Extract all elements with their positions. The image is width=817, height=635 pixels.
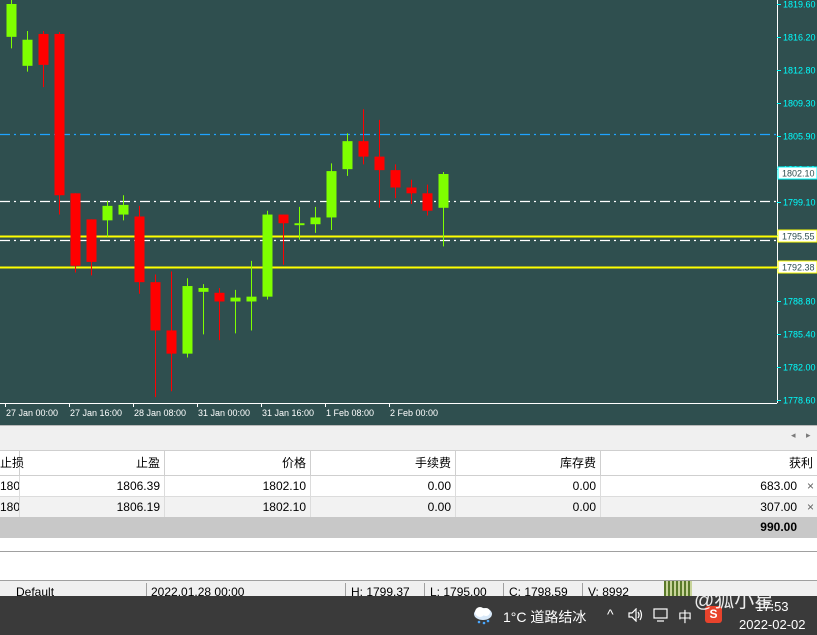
panel-divider — [0, 551, 817, 552]
price-chart[interactable]: 1819.60 1816.20 1812.80 1809.30 1805.90 1802.… — [0, 0, 817, 425]
cell-tp: 1806.19 — [20, 497, 165, 517]
clock-date[interactable]: 2022-02-02 — [739, 617, 806, 632]
candle-body — [358, 141, 369, 157]
cell-price: 1802.10 — [165, 497, 311, 517]
candle-body — [166, 330, 177, 354]
x-tick-label: 31 Jan 00:00 — [198, 408, 250, 418]
table-header: 止损 止盈 价格 手续费 库存费 获利 — [0, 450, 817, 476]
header-commission[interactable]: 手续费 — [311, 451, 456, 475]
header-sl[interactable]: 止损 — [0, 451, 24, 475]
candle-body — [406, 187, 417, 194]
cell-profit: 683.00 — [760, 479, 797, 493]
scroll-left-icon[interactable]: ◂ — [791, 430, 796, 441]
y-tick-label: 1782.00 — [783, 363, 816, 373]
speaker-icon[interactable] — [628, 607, 644, 625]
y-tick-label: 1812.80 — [783, 66, 816, 76]
candle-body — [262, 214, 273, 297]
close-position-icon[interactable]: × — [807, 479, 814, 493]
weather-text[interactable]: 1°C 道路结冰 — [503, 607, 586, 627]
svg-text:1792.38: 1792.38 — [782, 263, 815, 273]
y-tick-label: 1805.90 — [783, 132, 816, 142]
cell-sl: 1801.38 — [0, 497, 20, 517]
x-tick-label: 1 Feb 08:00 — [326, 408, 374, 418]
chart-scroll-strip: ◂ ▸ — [0, 425, 817, 451]
cell-swap: 0.00 — [456, 497, 601, 517]
candle[interactable] — [54, 32, 65, 215]
cell-tp: 1806.39 — [20, 476, 165, 496]
cell-profit: 307.00 — [760, 500, 797, 514]
candle-body — [278, 214, 289, 224]
svg-text:1802.10: 1802.10 — [782, 169, 815, 179]
table-row[interactable]: 1801.38 1806.19 1802.10 0.00 0.00 307.00… — [0, 497, 817, 518]
candle-body — [70, 193, 81, 266]
candle-body — [182, 286, 193, 354]
x-tick-label: 27 Jan 16:00 — [70, 408, 122, 418]
header-tp[interactable]: 止盈 — [20, 451, 165, 475]
ime-indicator[interactable]: 中 — [678, 607, 692, 627]
candle-body — [150, 282, 161, 331]
candle-body — [118, 204, 129, 215]
candle-body — [134, 216, 145, 283]
status-bar: Default 2022.01.28 00:00 H: 1799.37 L: 1… — [0, 580, 817, 597]
y-tick-label: 1785.40 — [783, 330, 816, 340]
candle-body — [214, 292, 225, 302]
connection-bars-icon — [664, 581, 692, 597]
header-swap[interactable]: 库存费 — [456, 451, 601, 475]
x-tick-label: 31 Jan 16:00 — [262, 408, 314, 418]
svg-text:1795.55: 1795.55 — [782, 232, 815, 242]
trade-table: 止损 止盈 价格 手续费 库存费 获利 1802.62 1806.39 1802… — [0, 450, 817, 582]
y-tick-label: 1788.80 — [783, 297, 816, 307]
close-position-icon[interactable]: × — [807, 500, 814, 514]
clock-time[interactable]: 17:53 — [756, 599, 789, 614]
cloud-snow-icon[interactable] — [472, 605, 494, 628]
x-tick-label: 28 Jan 08:00 — [134, 408, 186, 418]
candle-body — [6, 4, 17, 37]
cell-commission: 0.00 — [311, 497, 456, 517]
candle-body — [230, 297, 241, 302]
x-tick-label: 2 Feb 00:00 — [390, 408, 438, 418]
candle-body — [374, 156, 385, 171]
scroll-right-icon[interactable]: ▸ — [806, 430, 811, 441]
cell-swap: 0.00 — [456, 476, 601, 496]
header-profit[interactable]: 获利 — [601, 451, 817, 475]
candle-body — [422, 193, 433, 211]
header-price[interactable]: 价格 — [165, 451, 311, 475]
candle-body — [294, 223, 305, 226]
y-tick-label: 1816.20 — [783, 33, 816, 43]
total-profit: 990.00 — [760, 520, 797, 534]
table-row[interactable]: 1802.62 1806.39 1802.10 0.00 0.00 683.00… — [0, 476, 817, 497]
candle-body — [22, 39, 33, 66]
price-tag: 1802.10 — [777, 166, 817, 180]
candle-body — [310, 217, 321, 225]
candle[interactable] — [182, 278, 193, 358]
candle-body — [198, 287, 209, 292]
candle-body — [246, 296, 257, 302]
cell-price: 1802.10 — [165, 476, 311, 496]
candle-body — [86, 219, 97, 262]
candle-body — [326, 171, 337, 218]
candle[interactable] — [134, 205, 145, 294]
candle-body — [38, 33, 49, 65]
total-row: 990.00 — [0, 517, 817, 538]
y-tick-label: 1809.30 — [783, 99, 816, 109]
candle-body — [438, 173, 449, 208]
price-tag: 1792.38 — [777, 260, 817, 274]
chart-canvas[interactable]: 1819.60 1816.20 1812.80 1809.30 1805.90 1802.… — [0, 0, 817, 425]
y-tick-label: 1799.10 — [783, 198, 816, 208]
candle-body — [54, 33, 65, 196]
chevron-up-icon[interactable]: ^ — [607, 606, 614, 622]
network-icon[interactable] — [653, 608, 671, 625]
cell-commission: 0.00 — [311, 476, 456, 496]
price-tag: 1795.55 — [777, 229, 817, 243]
y-tick-label: 1819.60 — [783, 0, 816, 10]
candle-body — [390, 170, 401, 188]
x-tick-label: 27 Jan 00:00 — [6, 408, 58, 418]
candle[interactable] — [70, 193, 81, 273]
cell-sl: 1802.62 — [0, 476, 20, 496]
windows-taskbar: 1°C 道路结冰 ^ 中 S @狐小星 17:53 2022-02-02 — [0, 596, 817, 635]
candle-body — [342, 141, 353, 170]
candle[interactable] — [262, 210, 273, 300]
candle-body — [102, 205, 113, 221]
y-tick-label: 1778.60 — [783, 396, 816, 406]
